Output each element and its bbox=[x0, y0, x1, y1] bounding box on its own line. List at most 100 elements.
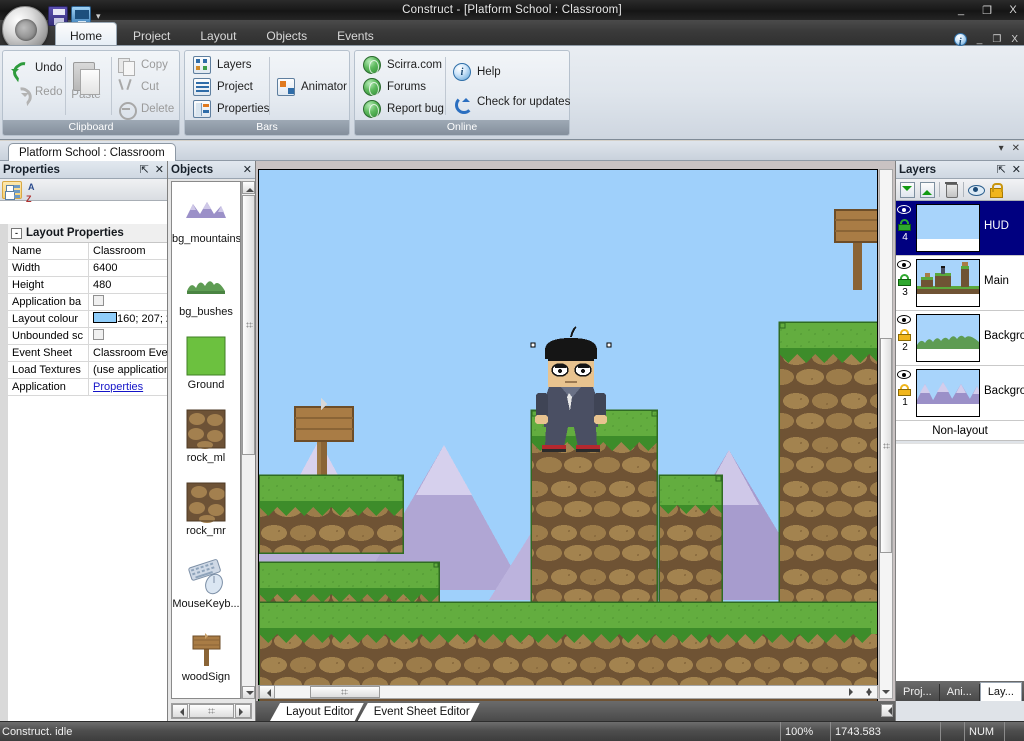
layer-name-label[interactable]: Backgro bbox=[984, 330, 1024, 342]
tab-layers-panel[interactable]: Lay... bbox=[979, 682, 1022, 701]
redo-button[interactable]: Redo bbox=[11, 83, 63, 101]
property-value[interactable]: 160; 207; 25 bbox=[89, 311, 167, 327]
list-item[interactable]: bg_bushes bbox=[172, 255, 240, 328]
canvas-horizontal-scrollbar[interactable] bbox=[258, 685, 878, 699]
toggle-lock-icon[interactable] bbox=[987, 181, 1004, 198]
layer-row-main[interactable]: 3 Main bbox=[896, 256, 1024, 311]
scroll-right-button[interactable] bbox=[847, 686, 861, 698]
unlock-icon[interactable] bbox=[898, 218, 912, 231]
scrollbar-thumb[interactable] bbox=[880, 338, 892, 553]
close-icon[interactable]: ✕ bbox=[1012, 161, 1021, 179]
property-value[interactable] bbox=[89, 294, 167, 310]
property-value[interactable]: 480 bbox=[89, 277, 167, 293]
checkbox[interactable] bbox=[93, 295, 104, 306]
mdi-close-button[interactable]: X bbox=[1011, 34, 1018, 45]
categorized-view-icon[interactable] bbox=[2, 180, 22, 199]
close-button[interactable]: X bbox=[1006, 4, 1020, 16]
section-expander-icon[interactable]: - bbox=[11, 228, 22, 239]
project-bar-button[interactable]: Project bbox=[193, 78, 253, 96]
tab-layout-editor[interactable]: Layout Editor bbox=[270, 703, 364, 721]
layer-name-label[interactable]: Main bbox=[984, 275, 1009, 287]
layer-thumbnail[interactable] bbox=[916, 259, 980, 307]
forums-button[interactable]: Forums bbox=[363, 78, 426, 96]
list-item[interactable]: rock_ml bbox=[172, 401, 240, 474]
list-item[interactable]: woodSign bbox=[172, 620, 240, 693]
mdi-minimize-button[interactable]: _ bbox=[977, 34, 983, 45]
list-item[interactable]: bg_mountains bbox=[172, 182, 240, 255]
objects-list[interactable]: bg_mountains bg_bushes Ground rock_ml ro… bbox=[171, 181, 241, 699]
property-value[interactable]: Classroom Event bbox=[89, 345, 167, 361]
unlock-icon[interactable] bbox=[898, 273, 912, 286]
objects-vertical-scrollbar[interactable] bbox=[241, 181, 255, 699]
list-item[interactable]: rock_mr bbox=[172, 474, 240, 547]
info-icon[interactable]: i bbox=[953, 32, 967, 48]
property-row-event-sheet[interactable]: Event Sheet Classroom Event bbox=[8, 345, 167, 362]
layer-name-label[interactable]: HUD bbox=[984, 220, 1009, 232]
layers-bar-button[interactable]: Layers bbox=[193, 56, 252, 74]
eye-open-icon[interactable] bbox=[897, 314, 913, 326]
cut-button[interactable]: Cut bbox=[117, 78, 159, 96]
scroll-split-button[interactable] bbox=[861, 686, 877, 698]
property-value[interactable] bbox=[89, 328, 167, 344]
list-item[interactable]: MouseKeyb... bbox=[172, 547, 240, 620]
property-row-layout-colour[interactable]: Layout colour 160; 207; 25 bbox=[8, 311, 167, 328]
checkbox[interactable] bbox=[93, 329, 104, 340]
property-value[interactable]: Classroom bbox=[89, 243, 167, 259]
layout-canvas[interactable] bbox=[258, 169, 878, 709]
pin-icon[interactable]: ⇱ bbox=[997, 161, 1006, 179]
eye-open-icon[interactable] bbox=[897, 369, 913, 381]
close-icon[interactable]: ✕ bbox=[155, 161, 164, 179]
layer-name-label[interactable]: Backgro bbox=[984, 385, 1024, 397]
mdi-restore-button[interactable]: ❐ bbox=[992, 34, 1001, 45]
report-bug-button[interactable]: Report bug bbox=[363, 100, 444, 118]
tab-project-panel[interactable]: Proj... bbox=[896, 684, 940, 701]
property-row-application[interactable]: Application Properties bbox=[8, 379, 167, 396]
property-value[interactable]: (use application s bbox=[89, 362, 167, 378]
property-row-application-background[interactable]: Application ba bbox=[8, 294, 167, 311]
undo-button[interactable]: Undo bbox=[11, 59, 63, 77]
scroll-up-button[interactable] bbox=[242, 181, 255, 194]
document-tab[interactable]: Platform School : Classroom bbox=[8, 143, 176, 161]
canvas-vertical-scrollbar[interactable] bbox=[879, 169, 893, 699]
pin-icon[interactable]: ⇱ bbox=[140, 161, 149, 179]
help-button[interactable]: i Help bbox=[453, 63, 501, 81]
property-value[interactable]: 6400 bbox=[89, 260, 167, 276]
properties-section-header[interactable]: - Layout Properties bbox=[8, 224, 167, 243]
property-row-name[interactable]: Name Classroom bbox=[8, 243, 167, 260]
list-item[interactable]: Ground bbox=[172, 328, 240, 401]
layer-row-background-1[interactable]: 1 Backgro bbox=[896, 366, 1024, 421]
objects-horizontal-scrollbar[interactable] bbox=[171, 703, 252, 719]
tab-event-sheet-editor[interactable]: Event Sheet Editor bbox=[358, 703, 480, 721]
scroll-down-button[interactable] bbox=[242, 686, 255, 699]
scroll-down-button[interactable] bbox=[881, 686, 892, 697]
layer-thumbnail[interactable] bbox=[916, 369, 980, 417]
animator-bar-button[interactable]: Animator bbox=[277, 78, 347, 96]
sort-alphabetical-icon[interactable]: AZ bbox=[26, 181, 46, 203]
check-updates-button[interactable]: Check for updates bbox=[453, 93, 570, 114]
document-tab-menu-icon[interactable]: ▾ bbox=[999, 143, 1004, 154]
property-row-height[interactable]: Height 480 bbox=[8, 277, 167, 294]
minimize-button[interactable]: _ bbox=[954, 4, 968, 16]
layer-thumbnail[interactable] bbox=[916, 314, 980, 362]
close-icon[interactable]: ✕ bbox=[243, 161, 252, 179]
scroll-right-button[interactable] bbox=[235, 704, 251, 718]
layer-row-background-2[interactable]: 2 Backgro bbox=[896, 311, 1024, 366]
property-row-width[interactable]: Width 6400 bbox=[8, 260, 167, 277]
delete-button[interactable]: Delete bbox=[117, 100, 174, 120]
delete-layer-icon[interactable] bbox=[943, 181, 960, 198]
tab-scroll-left-button[interactable] bbox=[881, 704, 893, 717]
lock-icon[interactable] bbox=[898, 328, 912, 341]
tab-animator-panel[interactable]: Ani... bbox=[940, 684, 980, 701]
scroll-left-button[interactable] bbox=[172, 704, 188, 718]
color-swatch[interactable] bbox=[93, 312, 117, 323]
property-row-unbounded-scrolling[interactable]: Unbounded sc bbox=[8, 328, 167, 345]
toggle-visibility-icon[interactable] bbox=[967, 181, 985, 198]
move-layer-up-icon[interactable] bbox=[919, 181, 936, 198]
property-row-load-textures[interactable]: Load Textures (use application s bbox=[8, 362, 167, 379]
layer-row-hud[interactable]: 4 HUD bbox=[896, 201, 1024, 256]
add-layer-icon[interactable] bbox=[899, 181, 916, 198]
copy-button[interactable]: Copy bbox=[117, 56, 168, 76]
scrollbar-thumb[interactable] bbox=[189, 704, 234, 718]
document-tab-close-icon[interactable]: ✕ bbox=[1012, 143, 1020, 154]
layer-thumbnail[interactable] bbox=[916, 204, 980, 252]
